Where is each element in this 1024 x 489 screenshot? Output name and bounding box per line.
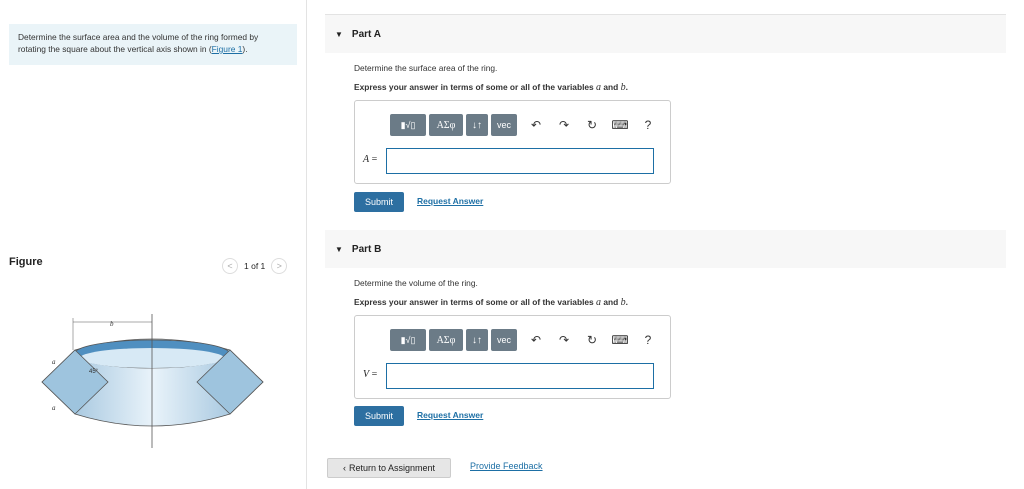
help-icon[interactable]: ? [636, 329, 660, 351]
arrows-button[interactable]: ↓↑ [466, 114, 488, 136]
part-a-eq-label: A = [363, 154, 378, 165]
part-b-answer-input[interactable] [386, 363, 654, 389]
part-b-header[interactable]: ▼ Part B [325, 230, 1006, 268]
label-a-bottom: a [52, 404, 56, 412]
collapse-triangle-icon: ▼ [335, 244, 343, 254]
vector-button[interactable]: vec [491, 329, 517, 351]
prev-figure-button[interactable]: < [222, 258, 238, 274]
provide-feedback-link[interactable]: Provide Feedback [470, 461, 543, 471]
part-a-question: Determine the surface area of the ring. [354, 63, 498, 73]
reset-icon[interactable]: ↻ [580, 114, 604, 136]
problem-statement: Determine the surface area and the volum… [9, 24, 297, 65]
part-a-header[interactable]: ▼ Part A [325, 15, 1006, 53]
label-a-top: a [52, 358, 56, 366]
part-b-math-editor: ▮√▯ ΑΣφ ↓↑ vec ↶ ↷ ↻ ⌨ ? V = [354, 315, 671, 399]
return-to-assignment-button[interactable]: ‹ Return to Assignment [327, 458, 451, 478]
part-a-submit-button[interactable]: Submit [354, 192, 404, 212]
right-panel: ▼ Part A Determine the surface area of t… [325, 0, 1006, 489]
reset-icon[interactable]: ↻ [580, 329, 604, 351]
return-label: Return to Assignment [348, 463, 436, 473]
part-b-request-answer-link[interactable]: Request Answer [417, 410, 483, 420]
chevron-left-icon: ‹ [342, 463, 346, 473]
left-panel: Determine the surface area and the volum… [0, 0, 307, 489]
help-icon[interactable]: ? [636, 114, 660, 136]
figure-pager: < 1 of 1 > [222, 258, 288, 274]
greek-symbols-button[interactable]: ΑΣφ [429, 329, 463, 351]
part-b-submit-button[interactable]: Submit [354, 406, 404, 426]
problem-tail: ). [242, 44, 248, 54]
pager-label: 1 of 1 [244, 261, 266, 271]
undo-icon[interactable]: ↶ [524, 329, 548, 351]
part-b-question: Determine the volume of the ring. [354, 278, 478, 288]
part-a-math-editor: ▮√▯ ΑΣφ ↓↑ vec ↶ ↷ ↻ ⌨ ? A = [354, 100, 671, 184]
part-b-instruction: Express your answer in terms of some or … [354, 297, 628, 308]
label-angle: 45° [89, 369, 99, 375]
part-b-eq-label: V = [363, 369, 378, 380]
math-toolbar: ▮√▯ ΑΣφ ↓↑ vec ↶ ↷ ↻ ⌨ ? [390, 114, 660, 136]
fraction-root-button[interactable]: ▮√▯ [390, 329, 426, 351]
ring-figure: b a a 45° [41, 314, 264, 448]
arrows-button[interactable]: ↓↑ [466, 329, 488, 351]
part-a-request-answer-link[interactable]: Request Answer [417, 196, 483, 206]
vector-button[interactable]: vec [491, 114, 517, 136]
redo-icon[interactable]: ↷ [552, 114, 576, 136]
part-a-instruction: Express your answer in terms of some or … [354, 82, 628, 93]
greek-symbols-button[interactable]: ΑΣφ [429, 114, 463, 136]
figure-title: Figure [9, 256, 43, 268]
collapse-triangle-icon: ▼ [335, 29, 343, 39]
part-a-answer-input[interactable] [386, 148, 654, 174]
keyboard-icon[interactable]: ⌨ [608, 329, 632, 351]
part-b-title: Part B [351, 243, 382, 255]
undo-icon[interactable]: ↶ [524, 114, 548, 136]
label-b: b [110, 320, 114, 328]
next-figure-button[interactable]: > [271, 258, 288, 274]
redo-icon[interactable]: ↷ [552, 329, 576, 351]
keyboard-icon[interactable]: ⌨ [608, 114, 632, 136]
figure-link[interactable]: Figure 1 [212, 44, 243, 54]
math-toolbar: ▮√▯ ΑΣφ ↓↑ vec ↶ ↷ ↻ ⌨ ? [390, 329, 660, 351]
fraction-root-button[interactable]: ▮√▯ [390, 114, 426, 136]
part-a-title: Part A [351, 28, 382, 40]
